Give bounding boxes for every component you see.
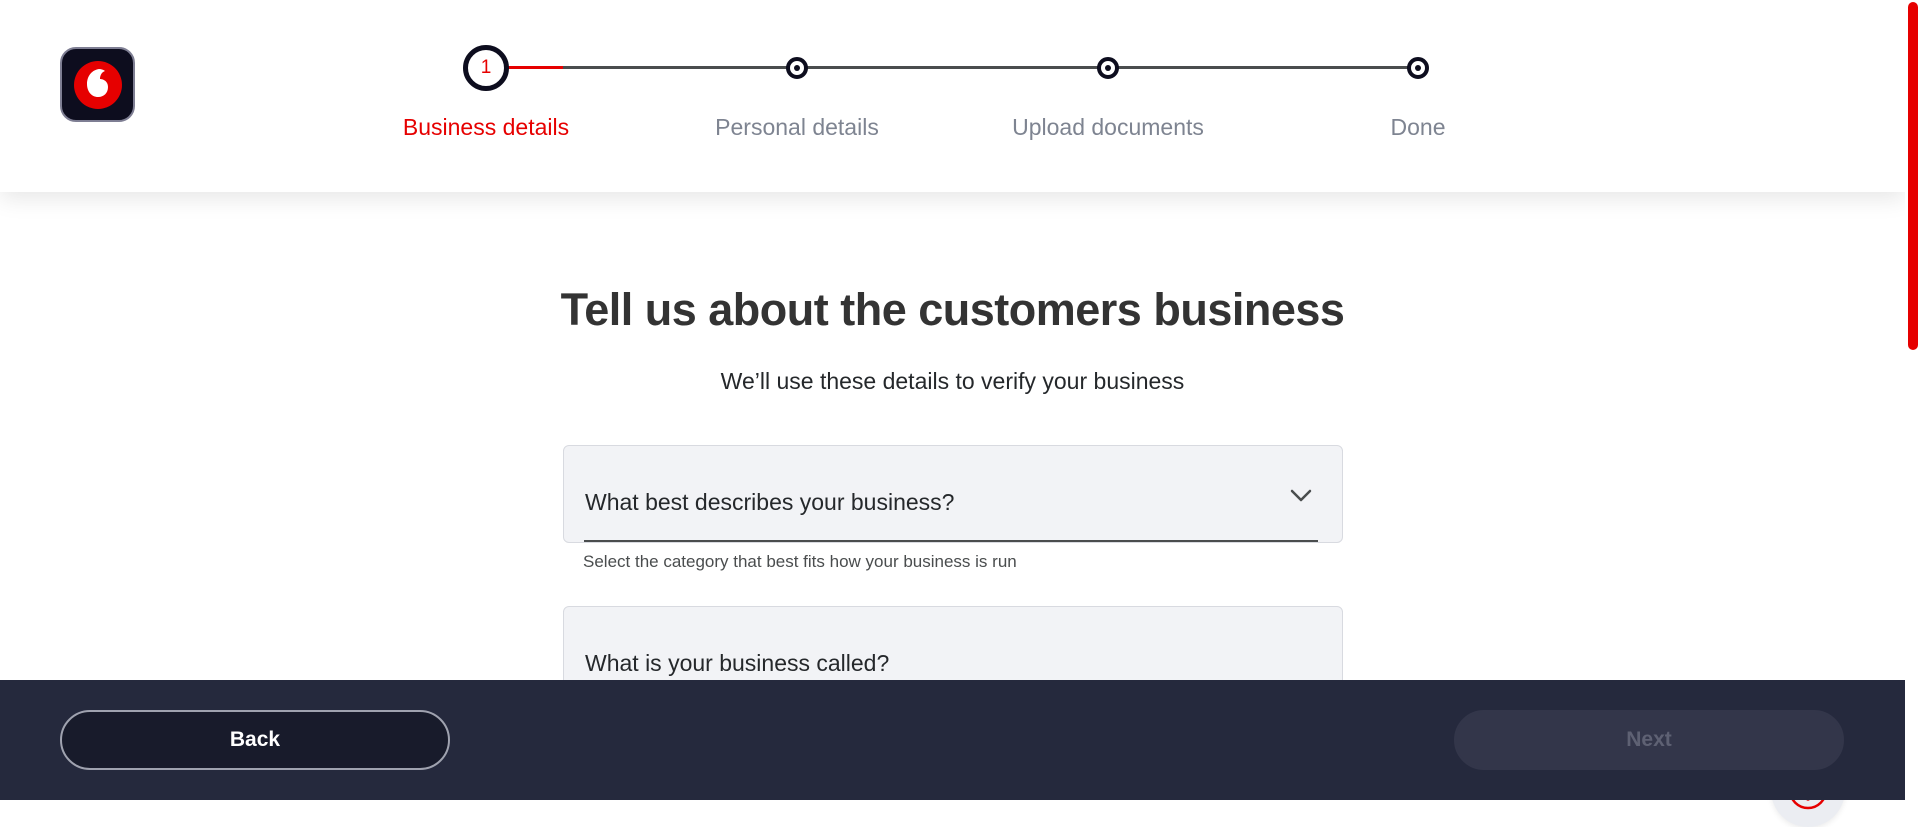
step-label: Done <box>1390 114 1446 140</box>
page-subtitle: We’ll use these details to verify your b… <box>720 368 1185 394</box>
business-type-select[interactable]: What best describes your business? <box>563 445 1343 543</box>
scrollbar-thumb[interactable] <box>1908 2 1918 350</box>
footer-bar: Back Next <box>0 680 1905 800</box>
back-button[interactable]: Back <box>60 710 450 770</box>
page-title: Tell us about the customers business <box>560 284 1345 335</box>
step-label: Upload documents <box>1012 114 1204 140</box>
step-upload-documents: Upload documents <box>988 0 1228 192</box>
step-dot <box>1407 57 1429 79</box>
step-label: Personal details <box>715 114 879 140</box>
business-type-label: What best describes your business? <box>585 489 955 515</box>
business-name-label: What is your business called? <box>585 650 890 676</box>
business-type-helper-text: Select the category that best fits how y… <box>583 552 1017 571</box>
step-personal-details: Personal details <box>677 0 917 192</box>
header: 1 Business details Personal details Uplo… <box>0 0 1905 192</box>
step-business-details: 1 Business details <box>366 0 606 192</box>
step-done: Done <box>1298 0 1538 192</box>
step-dot <box>1097 57 1119 79</box>
stepper-track <box>486 66 1418 69</box>
step-number-badge: 1 <box>463 45 509 91</box>
next-button[interactable]: Next <box>1454 710 1844 770</box>
progress-stepper: 1 Business details Personal details Uplo… <box>0 0 1905 192</box>
step-dot <box>786 57 808 79</box>
step-label: Business details <box>402 114 570 140</box>
field-underline <box>584 540 1318 542</box>
scrollbar[interactable] <box>1905 0 1920 800</box>
chevron-down-icon[interactable] <box>1288 482 1314 508</box>
